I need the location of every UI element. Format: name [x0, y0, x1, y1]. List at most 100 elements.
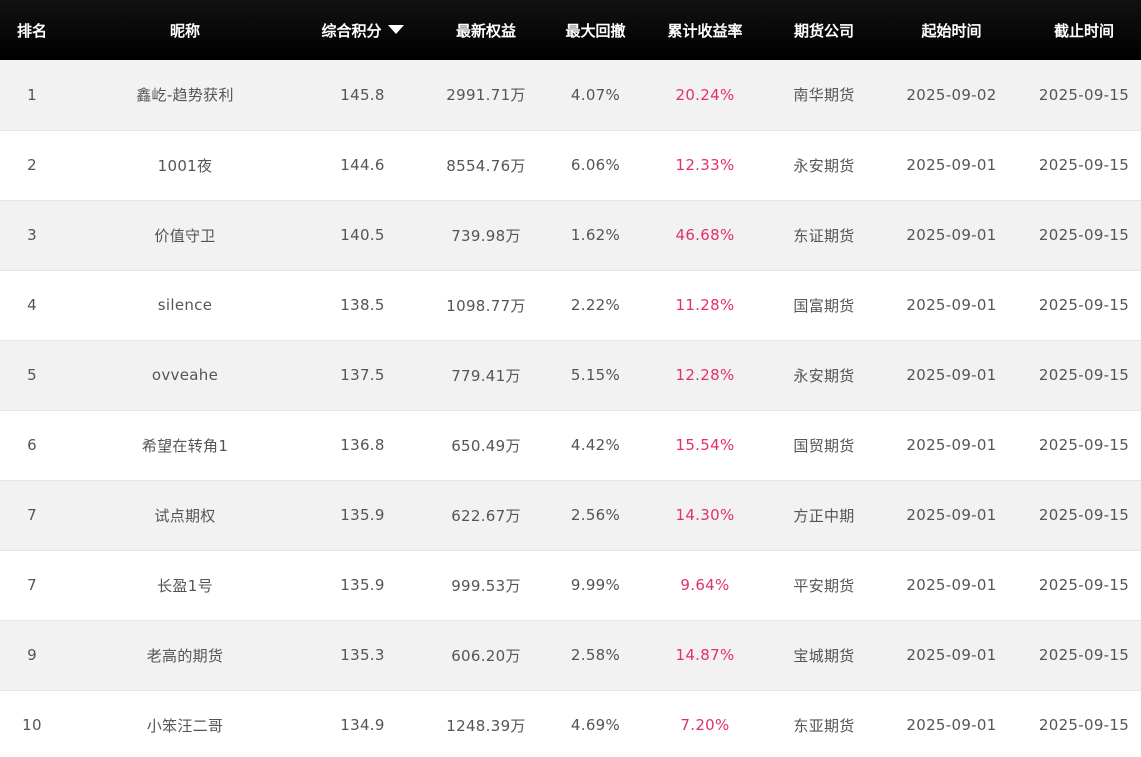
rank-cell: 10 [22, 716, 42, 734]
table-row: 5 ovveahe 137.5 779.41万 5.15% 12.28% 永安期货 2025-… [0, 340, 1141, 410]
end-date-cell: 2025-09-15 [1038, 576, 1130, 594]
return-cell: 12.28% [675, 366, 735, 384]
equity-cell: 606.20万 [451, 646, 521, 665]
table-row: 7 长盈1号 135.9 999.53万 9.99% 9.64% 平安期货 2025-09-0… [0, 550, 1141, 620]
nickname-cell[interactable]: 老高的期货 [64, 620, 306, 690]
table-row: 10 小笨汪二哥 134.9 1248.39万 4.69% 7.20% 东亚期货 2025-0… [0, 690, 1141, 757]
drawdown-cell: 1.62% [570, 226, 621, 244]
nickname-cell[interactable]: 希望在转角1 [64, 410, 306, 480]
drawdown-cell: 2.22% [570, 296, 621, 314]
rank-cell: 6 [27, 436, 37, 454]
drawdown-cell: 2.58% [570, 646, 621, 664]
equity-cell: 739.98万 [451, 226, 521, 245]
nickname-cell[interactable]: 价值守卫 [64, 200, 306, 270]
rank-cell: 7 [27, 576, 37, 594]
drawdown-cell: 2.56% [570, 506, 621, 524]
equity-cell: 8554.76万 [446, 156, 526, 175]
end-date-cell: 2025-09-15 [1038, 296, 1130, 314]
return-cell: 11.28% [675, 296, 735, 314]
start-date-cell: 2025-09-01 [906, 366, 997, 384]
drawdown-cell: 9.99% [570, 576, 621, 594]
start-date-cell: 2025-09-01 [906, 576, 997, 594]
table-row: 2 1001夜 144.6 8554.76万 6.06% 12.33% 永安期货 2025-0… [0, 130, 1141, 200]
header-start: 起始时间 [921, 21, 982, 40]
return-cell: 9.64% [680, 576, 730, 594]
drawdown-cell: 5.15% [570, 366, 621, 384]
company-cell: 东证期货 [793, 226, 855, 245]
header-score-label: 综合积分 [321, 21, 382, 40]
header-score-sort[interactable]: 综合积分 [306, 0, 419, 60]
company-cell: 南华期货 [793, 86, 855, 105]
table-row: 4 silence 138.5 1098.77万 2.22% 11.28% 国富期货 2025… [0, 270, 1141, 340]
return-cell: 15.54% [675, 436, 735, 454]
table-row: 7 试点期权 135.9 622.67万 2.56% 14.30% 方正中期 2025-09-… [0, 480, 1141, 550]
rank-cell: 9 [27, 646, 37, 664]
table-header-row: 排名 昵称 综合积分 最新权益 最大回撤 累计收益率 期货公司 起始时间 截止时… [0, 0, 1141, 60]
company-cell: 宝城期货 [793, 646, 855, 665]
score-cell: 135.3 [340, 646, 385, 664]
score-cell: 135.9 [340, 506, 385, 524]
company-cell: 方正中期 [793, 506, 855, 525]
start-date-cell: 2025-09-01 [906, 646, 997, 664]
start-date-cell: 2025-09-01 [906, 436, 997, 454]
nickname-cell[interactable]: 小笨汪二哥 [64, 690, 306, 757]
end-date-cell: 2025-09-15 [1038, 226, 1130, 244]
equity-cell: 779.41万 [451, 366, 521, 385]
rank-cell: 5 [27, 366, 37, 384]
rank-cell: 4 [27, 296, 37, 314]
return-cell: 14.87% [675, 646, 735, 664]
equity-cell: 650.49万 [451, 436, 521, 455]
company-cell: 平安期货 [793, 576, 855, 595]
drawdown-cell: 6.06% [570, 156, 621, 174]
end-date-cell: 2025-09-15 [1038, 646, 1130, 664]
header-nickname: 昵称 [169, 21, 200, 40]
nickname-cell[interactable]: 长盈1号 [64, 550, 306, 620]
sort-desc-icon[interactable] [387, 24, 404, 34]
equity-cell: 622.67万 [451, 506, 521, 525]
rank-cell: 2 [27, 156, 37, 174]
rank-cell: 3 [27, 226, 37, 244]
equity-cell: 2991.71万 [446, 86, 526, 105]
drawdown-cell: 4.69% [570, 716, 621, 734]
company-cell: 国富期货 [793, 296, 855, 315]
rank-cell: 1 [27, 85, 37, 104]
end-date-cell: 2025-09-15 [1038, 366, 1130, 384]
header-equity: 最新权益 [455, 21, 516, 40]
return-cell: 12.33% [675, 156, 735, 174]
header-company: 期货公司 [793, 21, 854, 40]
start-date-cell: 2025-09-01 [906, 156, 997, 174]
score-cell: 137.5 [340, 366, 385, 384]
start-date-cell: 2025-09-01 [906, 296, 997, 314]
score-cell: 134.9 [340, 716, 385, 734]
drawdown-cell: 4.07% [570, 85, 621, 104]
header-drawdown: 最大回撤 [565, 21, 626, 40]
start-date-cell: 2025-09-01 [906, 506, 997, 524]
header-rank: 排名 [16, 21, 47, 40]
drawdown-cell: 4.42% [570, 436, 621, 454]
company-cell: 永安期货 [793, 366, 855, 385]
rank-cell: 7 [27, 506, 37, 524]
nickname-cell[interactable]: 鑫屹-趋势获利 [64, 60, 306, 130]
start-date-cell: 2025-09-02 [906, 85, 997, 104]
end-date-cell: 2025-09-15 [1038, 716, 1130, 734]
end-date-cell: 2025-09-15 [1038, 436, 1130, 454]
end-date-cell: 2025-09-15 [1038, 156, 1130, 174]
equity-cell: 1098.77万 [446, 296, 526, 315]
nickname-cell[interactable]: ovveahe [64, 340, 306, 410]
ranking-table: 排名 昵称 综合积分 最新权益 最大回撤 累计收益率 期货公司 起始时间 截止时… [0, 0, 1141, 757]
table-row: 6 希望在转角1 136.8 650.49万 4.42% 15.54% 国贸期货 2025-0… [0, 410, 1141, 480]
header-end: 截止时间 [1053, 21, 1114, 40]
nickname-cell[interactable]: silence [64, 270, 306, 340]
end-date-cell: 2025-09-15 [1038, 506, 1130, 524]
header-return: 累计收益率 [667, 21, 743, 40]
return-cell: 14.30% [675, 506, 735, 524]
start-date-cell: 2025-09-01 [906, 226, 997, 244]
table-row: 3 价值守卫 140.5 739.98万 1.62% 46.68% 东证期货 2025-09-… [0, 200, 1141, 270]
return-cell: 7.20% [680, 716, 730, 734]
nickname-cell[interactable]: 1001夜 [64, 130, 306, 200]
nickname-cell[interactable]: 试点期权 [64, 480, 306, 550]
company-cell: 东亚期货 [793, 716, 855, 735]
return-cell: 20.24% [675, 85, 735, 104]
score-cell: 140.5 [340, 226, 385, 244]
start-date-cell: 2025-09-01 [906, 716, 997, 734]
